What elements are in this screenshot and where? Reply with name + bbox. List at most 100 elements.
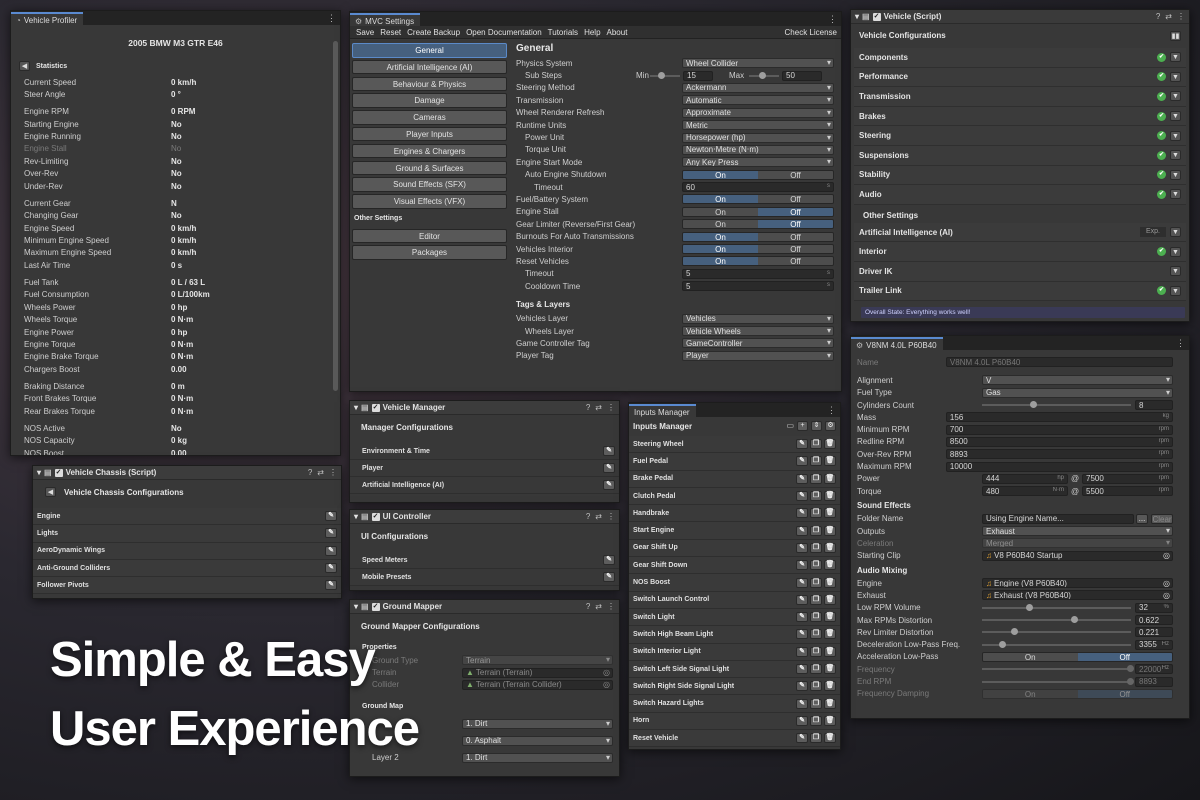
on-off-toggle[interactable]: On Off <box>682 244 834 255</box>
duplicate-icon[interactable]: ❐ <box>810 715 822 726</box>
nav-button[interactable]: Player Inputs <box>352 126 507 142</box>
config-item[interactable]: Components ✔ ▼ <box>854 48 1186 68</box>
trash-icon[interactable]: 🗑 <box>824 646 836 657</box>
chevron-down-icon[interactable]: ▼ <box>1170 169 1181 180</box>
settings-gear-icon[interactable]: ⚙ <box>825 421 836 431</box>
setting-dropdown[interactable]: Horsepower (hp) <box>682 132 834 143</box>
other-setting-item[interactable]: Trailer Link ✔ ▼ <box>854 281 1186 302</box>
nav-button[interactable]: Cameras <box>352 110 507 125</box>
tag-dropdown[interactable]: Vehicle Wheels <box>682 326 834 336</box>
preset-icon[interactable]: ⇄ <box>595 602 602 611</box>
chevron-down-icon[interactable]: ▼ <box>1170 130 1181 141</box>
foldout-icon[interactable]: ▾ <box>855 12 859 21</box>
setting-dropdown[interactable]: Any Key Press <box>682 157 834 168</box>
nav-button[interactable]: Behaviour & Physics <box>352 76 507 92</box>
menu-item[interactable]: Create Backup <box>404 28 463 37</box>
duplicate-icon[interactable]: ❐ <box>810 508 822 519</box>
trash-icon[interactable]: 🗑 <box>824 733 836 744</box>
stats-icon[interactable]: ▮▮ <box>1170 30 1181 41</box>
inputs-tab[interactable]: Inputs Manager <box>629 404 696 417</box>
config-item[interactable]: Player ✎ <box>350 460 619 477</box>
kebab-menu-icon[interactable]: ⋮ <box>828 14 837 25</box>
input-item[interactable]: Switch Left Side Signal Light ✎ ❐ 🗑 <box>629 660 840 679</box>
layer-dropdown[interactable]: 0. Asphalt <box>462 735 613 746</box>
toggle-on[interactable]: On <box>683 257 758 266</box>
layer-dropdown[interactable]: 1. Dirt <box>462 752 613 763</box>
edit-pencil-icon[interactable]: ✎ <box>796 456 808 467</box>
config-item[interactable]: Stability ✔ ▼ <box>854 165 1186 186</box>
config-item[interactable]: Brakes ✔ ▼ <box>854 106 1186 127</box>
input-item[interactable]: Gear Shift Up ✎ ❐ 🗑 <box>629 539 840 558</box>
input-item[interactable]: Steering Wheel ✎ ❐ 🗑 <box>629 436 840 454</box>
edit-pencil-icon[interactable]: ✎ <box>796 508 808 519</box>
kebab-menu-icon[interactable]: ⋮ <box>607 602 615 611</box>
kebab-menu-icon[interactable]: ⋮ <box>1176 338 1185 349</box>
edit-pencil-icon[interactable]: ✎ <box>796 698 808 709</box>
input-item[interactable]: Switch High Beam Light ✎ ❐ 🗑 <box>629 626 840 644</box>
trash-icon[interactable]: 🗑 <box>824 664 836 674</box>
chevron-down-icon[interactable]: ▼ <box>1170 227 1181 238</box>
setting-dropdown[interactable]: Ackermann <box>682 82 834 93</box>
edit-pencil-icon[interactable]: ✎ <box>796 491 808 502</box>
toggle-off[interactable]: Off <box>758 207 833 216</box>
profiler-tab[interactable]: ◔ Vehicle Profiler <box>11 12 84 25</box>
engine-tab[interactable]: ⚙ V8NM 4.0L P60B40 <box>851 337 943 350</box>
engine-field[interactable]: 3355 Hz <box>1135 639 1173 650</box>
input-item[interactable]: Switch Light ✎ ❐ 🗑 <box>629 608 840 627</box>
nav-button[interactable]: Engines & Chargers <box>352 143 507 159</box>
duplicate-icon[interactable]: ❐ <box>810 456 822 467</box>
engine-field[interactable]: 8893 <box>1135 676 1173 687</box>
toggle-on[interactable]: On <box>983 689 1078 698</box>
edit-pencil-icon[interactable]: ✎ <box>796 542 808 553</box>
sort-icon[interactable]: ⇕ <box>811 421 822 431</box>
min-substeps-field[interactable]: 15 <box>683 70 713 81</box>
enabled-checkbox[interactable]: ✓ <box>371 512 380 521</box>
edit-pencil-icon[interactable]: ✎ <box>796 629 808 640</box>
back-arrow-icon[interactable]: ◀ <box>45 487 56 497</box>
on-off-toggle[interactable]: On Off <box>682 194 834 205</box>
config-item[interactable]: Performance ✔ ▼ <box>854 67 1186 88</box>
kebab-menu-icon[interactable]: ⋮ <box>607 512 615 521</box>
edit-pencil-icon[interactable]: ✎ <box>603 480 615 490</box>
config-item[interactable]: AeroDynamic Wings ✎ <box>33 542 341 560</box>
foldout-icon[interactable]: ▾ <box>37 468 41 477</box>
engine-field[interactable]: 8 <box>1135 400 1173 411</box>
preset-icon[interactable]: ⇄ <box>595 512 602 521</box>
setting-dropdown[interactable]: Approximate <box>682 107 834 118</box>
engine-field[interactable]: 5500 rpm <box>1082 486 1173 497</box>
foldout-icon[interactable]: ▾ <box>354 512 358 521</box>
menu-item[interactable]: Reset <box>377 28 404 37</box>
duplicate-icon[interactable]: ❐ <box>810 733 822 744</box>
engine-field[interactable]: 8893 rpm <box>945 449 1173 460</box>
trash-icon[interactable]: 🗑 <box>824 698 836 709</box>
kebab-menu-icon[interactable]: ⋮ <box>607 403 615 412</box>
object-picker-icon[interactable]: ◎ <box>1163 552 1170 560</box>
toggle-on[interactable]: On <box>683 170 758 179</box>
input-item[interactable]: Clutch Pedal ✎ ❐ 🗑 <box>629 487 840 506</box>
edit-pencil-icon[interactable]: ✎ <box>325 580 337 591</box>
mvc-tab[interactable]: ⚙ MVC Settings <box>350 13 421 26</box>
on-off-toggle[interactable]: On Off <box>682 169 834 180</box>
enabled-checkbox[interactable]: ✓ <box>371 602 380 611</box>
edit-pencil-icon[interactable]: ✎ <box>796 612 808 623</box>
kebab-menu-icon[interactable]: ⋮ <box>827 405 836 416</box>
input-item[interactable]: Handbrake ✎ ❐ 🗑 <box>629 505 840 523</box>
nav-button[interactable]: Packages <box>352 245 507 260</box>
trash-icon[interactable]: 🗑 <box>824 629 836 640</box>
on-off-toggle[interactable]: On Off <box>982 688 1173 699</box>
nav-button[interactable]: Ground & Surfaces <box>352 160 507 176</box>
config-item[interactable]: Engine ✎ <box>33 508 341 526</box>
duplicate-icon[interactable]: ❐ <box>810 473 822 484</box>
engine-field[interactable]: 22000 Hz <box>1135 664 1173 675</box>
duplicate-icon[interactable]: ❐ <box>810 664 822 674</box>
chevron-down-icon[interactable]: ▼ <box>1170 285 1181 296</box>
edit-pencil-icon[interactable]: ✎ <box>325 528 337 539</box>
duplicate-icon[interactable]: ❐ <box>810 491 822 502</box>
on-off-toggle[interactable]: On Off <box>682 231 834 242</box>
edit-pencil-icon[interactable]: ✎ <box>603 555 615 565</box>
duplicate-icon[interactable]: ❐ <box>810 681 822 692</box>
setting-field[interactable]: 60 s <box>682 182 834 193</box>
preset-icon[interactable]: ⇄ <box>595 403 602 412</box>
menu-item[interactable]: About <box>604 28 631 37</box>
edit-pencil-icon[interactable]: ✎ <box>325 563 337 574</box>
